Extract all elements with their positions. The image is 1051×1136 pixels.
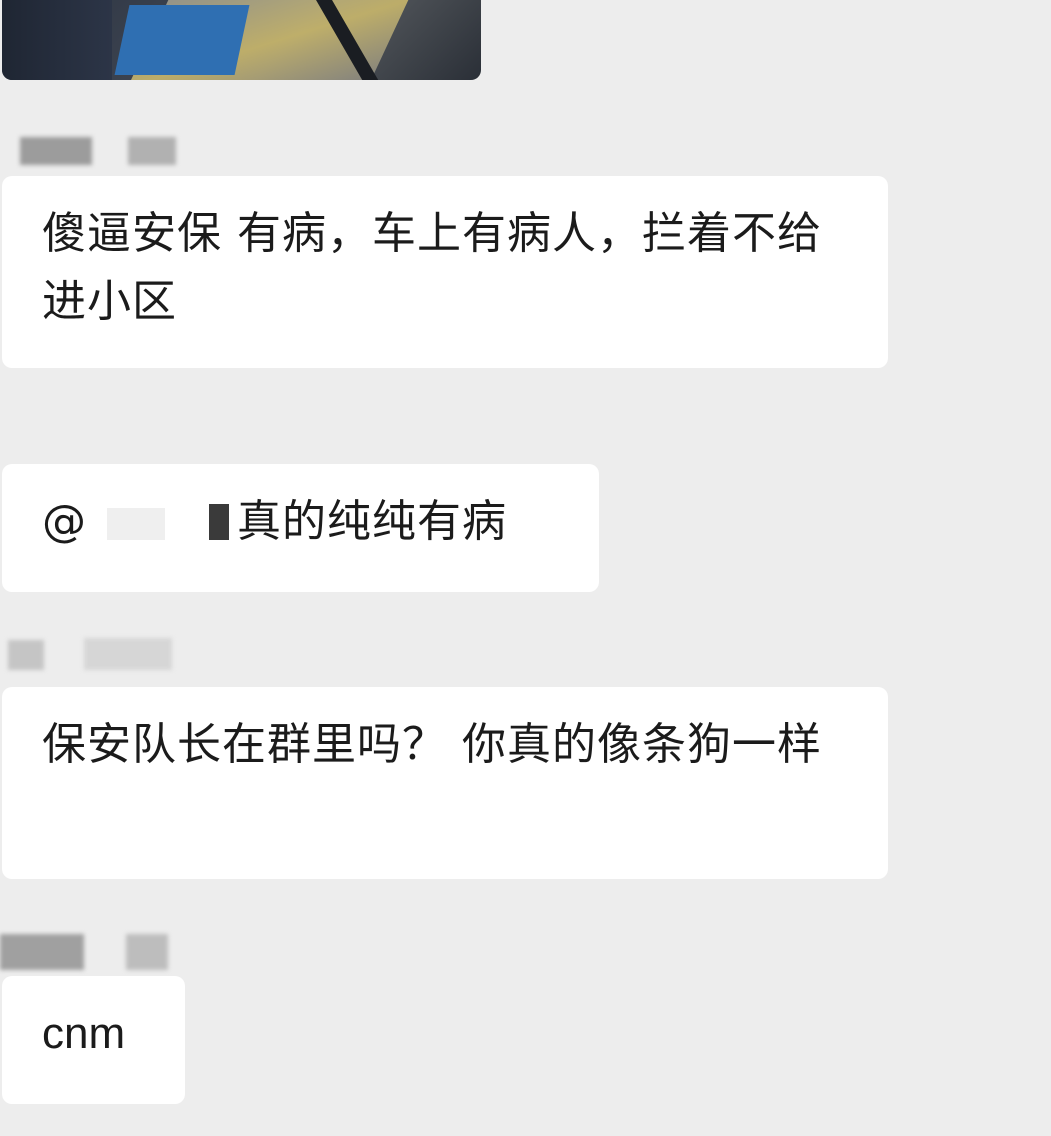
- mention-name-redacted: [87, 504, 237, 544]
- photo-message[interactable]: [2, 0, 481, 80]
- sender-name-blurred: [10, 135, 180, 165]
- photo-content: [2, 0, 112, 80]
- sender-name-blurred: [6, 634, 176, 670]
- message-bubble[interactable]: @ 真的纯纯有病: [2, 464, 599, 592]
- message-text: cnm: [42, 1009, 126, 1058]
- message-text: 真的纯纯有病: [237, 496, 507, 547]
- message-bubble[interactable]: 保安队长在群里吗？ 你真的像条狗一样: [2, 687, 888, 879]
- chat-thread: 傻逼安保 有病，车上有病人，拦着不给进小区 @ 真的纯纯有病 保安队长在群里吗？ …: [0, 0, 1051, 1136]
- message-text: 保安队长在群里吗？ 你真的像条狗一样: [42, 719, 822, 770]
- message-text: 傻逼安保 有病，车上有病人，拦着不给进小区: [42, 208, 822, 327]
- message-bubble[interactable]: 傻逼安保 有病，车上有病人，拦着不给进小区: [2, 176, 888, 368]
- sender-name-blurred: [0, 932, 170, 970]
- message-bubble[interactable]: cnm: [2, 976, 185, 1104]
- mention-at[interactable]: @: [42, 496, 87, 547]
